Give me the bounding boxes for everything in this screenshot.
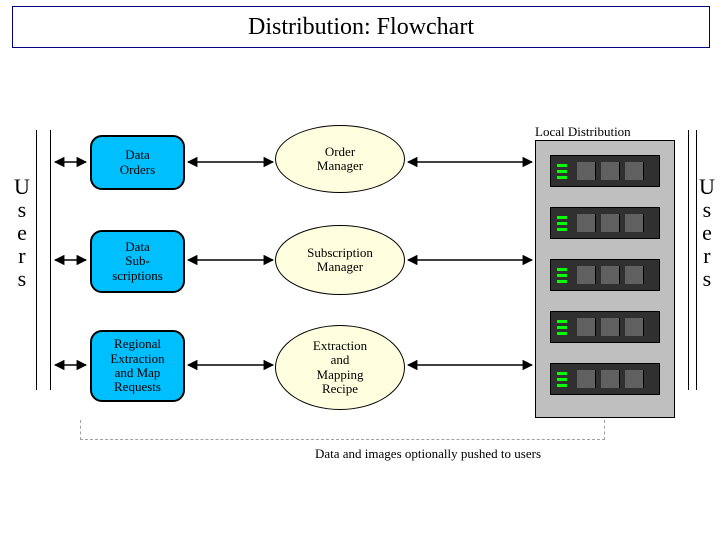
divider: [696, 130, 697, 390]
divider: [50, 130, 51, 390]
ellipse-order-manager: OrderManager: [275, 125, 405, 193]
server-cabinet: [535, 140, 675, 418]
caption-text: Data and images optionally pushed to use…: [315, 446, 541, 462]
users-label-right: Users: [699, 175, 715, 290]
box-regional-requests: RegionalExtractionand MapRequests: [90, 330, 185, 402]
box-data-orders: DataOrders: [90, 135, 185, 190]
server-rack-icon: [550, 207, 660, 239]
divider: [688, 130, 689, 390]
ellipse-extraction-recipe: ExtractionandMappingRecipe: [275, 325, 405, 410]
box-data-subscriptions: DataSub-scriptions: [90, 230, 185, 293]
server-rack-icon: [550, 259, 660, 291]
page-title: Distribution: Flowchart: [12, 6, 710, 48]
users-label-left: Users: [14, 175, 30, 290]
server-rack-icon: [550, 311, 660, 343]
ellipse-subscription-manager: SubscriptionManager: [275, 225, 405, 295]
server-rack-icon: [550, 155, 660, 187]
divider: [36, 130, 37, 390]
dashed-connector: [80, 420, 605, 440]
server-rack-icon: [550, 363, 660, 395]
